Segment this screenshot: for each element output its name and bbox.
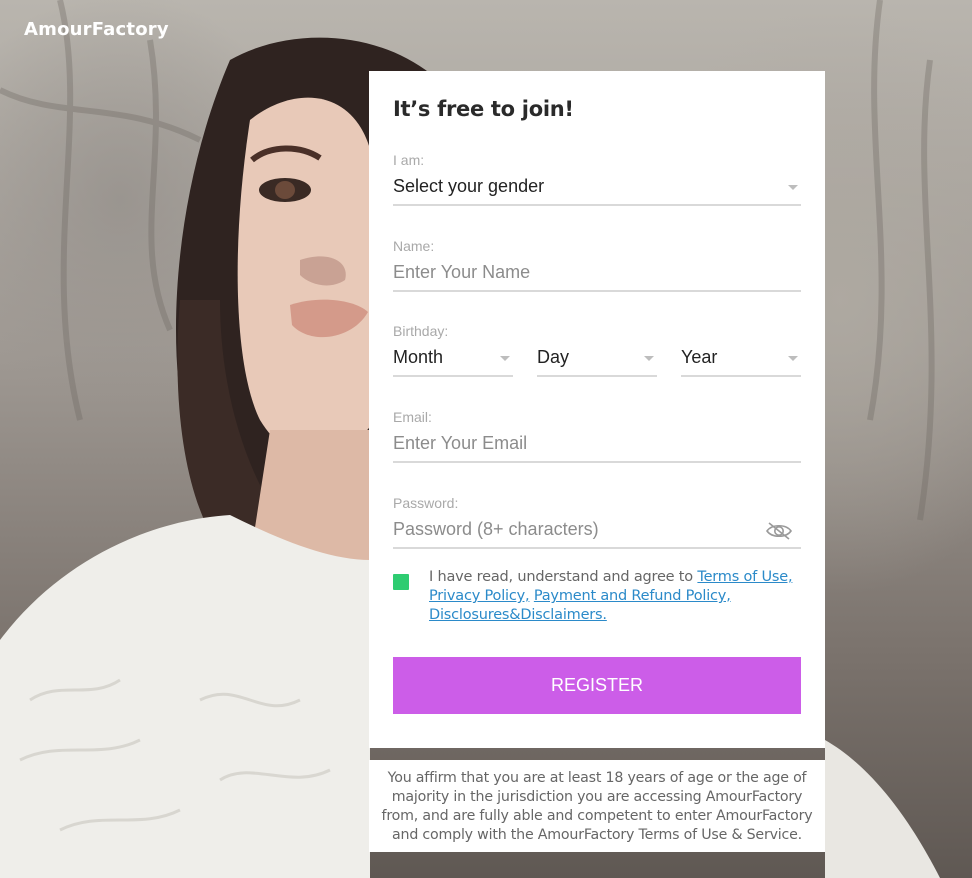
disclosures-link[interactable]: Disclosures&Disclaimers. — [429, 607, 607, 623]
email-input[interactable]: Enter Your Email — [393, 426, 801, 463]
birth-year-select[interactable]: Year — [681, 340, 801, 377]
chevron-down-icon — [788, 356, 798, 361]
chevron-down-icon — [500, 356, 510, 361]
terms-of-use-link[interactable]: Terms of Use, — [697, 569, 792, 585]
password-label: Password: — [393, 495, 459, 511]
name-field: Name: Enter Your Name — [393, 238, 801, 292]
gender-label: I am: — [393, 152, 425, 168]
register-button[interactable]: REGISTER — [393, 657, 801, 714]
birth-month-select[interactable]: Month — [393, 340, 513, 377]
email-label: Email: — [393, 409, 432, 425]
payment-refund-link[interactable]: Payment and Refund Policy, — [534, 588, 731, 604]
terms-agreement: I have read, understand and agree to Ter… — [393, 568, 801, 625]
eye-slash-icon[interactable] — [765, 520, 793, 551]
birth-day-value: Day — [537, 347, 570, 367]
password-field: Password: Password (8+ characters) — [393, 495, 801, 549]
terms-text: I have read, understand and agree to Ter… — [429, 568, 793, 625]
privacy-policy-link[interactable]: Privacy Policy, — [429, 588, 530, 604]
name-label: Name: — [393, 238, 435, 254]
gender-select[interactable]: Select your gender — [393, 169, 801, 206]
birth-day-select[interactable]: Day — [537, 340, 657, 377]
email-field: Email: Enter Your Email — [393, 409, 801, 463]
brand-logo[interactable]: AmourFactory — [24, 19, 169, 40]
terms-intro: I have read, understand and agree to — [429, 569, 693, 585]
age-disclaimer: You affirm that you are at least 18 year… — [369, 760, 825, 852]
birth-month-value: Month — [393, 347, 444, 367]
email-placeholder: Enter Your Email — [393, 433, 528, 453]
name-placeholder: Enter Your Name — [393, 262, 531, 282]
terms-checkbox[interactable] — [393, 574, 409, 590]
chevron-down-icon — [788, 185, 798, 190]
password-input[interactable]: Password (8+ characters) — [393, 512, 801, 549]
name-input[interactable]: Enter Your Name — [393, 255, 801, 292]
signup-card: It’s free to join! I am: Select your gen… — [369, 71, 825, 748]
signup-heading: It’s free to join! — [393, 97, 574, 121]
birthday-label: Birthday: — [393, 323, 449, 339]
gender-select-value: Select your gender — [393, 176, 545, 196]
birth-year-value: Year — [681, 347, 718, 367]
chevron-down-icon — [644, 356, 654, 361]
gender-field: I am: Select your gender — [393, 152, 801, 206]
birthday-field: Birthday: Month Day Year — [393, 323, 801, 377]
password-placeholder: Password (8+ characters) — [393, 519, 599, 539]
